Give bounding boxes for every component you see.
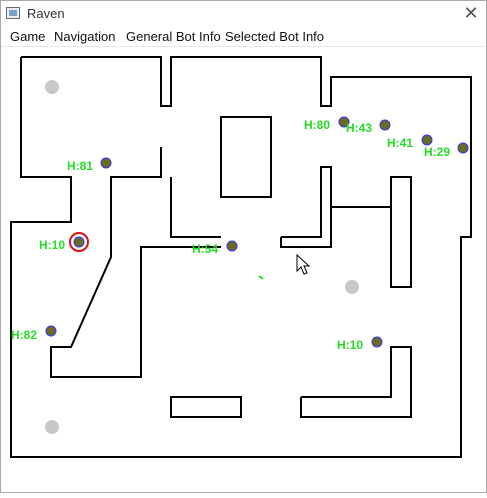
bot-health-label: H:41 bbox=[387, 136, 413, 150]
bot-body[interactable] bbox=[73, 236, 85, 248]
bot[interactable]: H:82 bbox=[11, 325, 57, 342]
bot-body[interactable] bbox=[421, 134, 433, 146]
wall-left-notch bbox=[50, 147, 221, 378]
menu-general-bot-info[interactable]: General Bot Info bbox=[126, 29, 221, 44]
bot-health-label: H:29 bbox=[424, 145, 450, 159]
bot-health-label: H:10 bbox=[39, 238, 65, 252]
app-icon bbox=[6, 7, 20, 19]
wall-right-upper bbox=[331, 176, 412, 288]
game-map[interactable]: H:80 H:43 H:41 H:29 H:81 H:10 H:54 H:82 … bbox=[1, 47, 486, 493]
bot-body[interactable] bbox=[457, 142, 469, 154]
bot-body[interactable] bbox=[226, 240, 238, 252]
app-window: Raven ✕ Game Navigation General Bot Info… bbox=[0, 0, 487, 493]
wall-bottom-bar bbox=[170, 396, 242, 418]
wall-center-left bbox=[170, 177, 221, 238]
spawn-point bbox=[45, 420, 59, 434]
wall-right-structure bbox=[280, 166, 332, 248]
bot[interactable]: H:81 bbox=[67, 157, 112, 173]
bot[interactable]: H:29 bbox=[424, 142, 469, 159]
bot-health-label: H:10 bbox=[337, 338, 363, 352]
bot-body[interactable] bbox=[371, 336, 383, 348]
menu-bar: Game Navigation General Bot Info Selecte… bbox=[1, 26, 486, 47]
bot-body[interactable] bbox=[100, 157, 112, 169]
menu-game[interactable]: Game bbox=[10, 29, 45, 44]
wall-bottom-right bbox=[300, 346, 412, 418]
bot-body[interactable] bbox=[45, 325, 57, 337]
spawn-points bbox=[45, 80, 359, 434]
spawn-point bbox=[345, 280, 359, 294]
bot-health-label: H:80 bbox=[304, 118, 330, 132]
bot-health-label: H:81 bbox=[67, 159, 93, 173]
bot-health-label: H:82 bbox=[11, 328, 37, 342]
mouse-pointer-icon bbox=[296, 253, 311, 275]
menu-selected-bot-info[interactable]: Selected Bot Info bbox=[225, 29, 324, 44]
bot-health-label: H:43 bbox=[346, 121, 372, 135]
bot[interactable]: H:80 bbox=[304, 116, 350, 132]
bots[interactable]: H:80 H:43 H:41 H:29 H:81 H:10 H:54 H:82 … bbox=[11, 116, 469, 352]
map-canvas[interactable]: H:80 H:43 H:41 H:29 H:81 H:10 H:54 H:82 … bbox=[1, 47, 486, 493]
menu-navigation[interactable]: Navigation bbox=[54, 29, 115, 44]
bot[interactable]: H:10 bbox=[337, 336, 383, 352]
spawn-point bbox=[45, 80, 59, 94]
projectile bbox=[258, 275, 264, 280]
close-button[interactable]: ✕ bbox=[456, 1, 486, 26]
window-title: Raven bbox=[27, 6, 65, 21]
walls bbox=[10, 56, 472, 458]
bot-selected[interactable]: H:10 bbox=[39, 232, 89, 252]
title-bar: Raven ✕ bbox=[1, 1, 486, 26]
bot-body[interactable] bbox=[379, 119, 391, 131]
bot-health-label: H:54 bbox=[192, 242, 218, 256]
bot[interactable]: H:43 bbox=[346, 119, 391, 135]
wall-center-block bbox=[220, 116, 272, 198]
bot[interactable]: H:54 bbox=[192, 240, 238, 256]
